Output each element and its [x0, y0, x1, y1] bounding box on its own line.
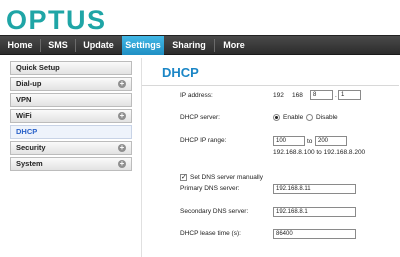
expand-plus-icon[interactable]: + — [118, 144, 126, 152]
ip-octet-2: 168 — [292, 92, 303, 99]
lease-time-input[interactable]: 86400 — [273, 229, 356, 239]
ip-range-end-input[interactable]: 200 — [315, 136, 347, 146]
page-title: DHCP — [162, 65, 199, 80]
expand-plus-icon[interactable]: + — [118, 80, 126, 88]
optus-logo: OPTUS — [6, 5, 107, 35]
nav-sms[interactable]: SMS — [41, 36, 75, 55]
sidebar-item-label: Quick Setup — [16, 63, 60, 72]
nav-home[interactable]: Home — [0, 36, 40, 55]
sidebar-item-wifi[interactable]: WiFi + — [10, 109, 132, 123]
ip-dot: . — [335, 92, 337, 99]
sidebar-item-system[interactable]: System + — [10, 157, 132, 171]
secondary-dns-input[interactable]: 192.168.8.1 — [273, 207, 356, 217]
dhcp-disable-radio[interactable] — [306, 114, 313, 121]
dhcp-panel: DHCP IP address: 192 168 8 . 1 DHCP serv… — [141, 58, 399, 257]
sidebar-item-quick-setup[interactable]: Quick Setup — [10, 61, 132, 75]
sidebar-item-vpn[interactable]: VPN — [10, 93, 132, 107]
sidebar-item-label: Dial-up — [16, 79, 42, 88]
ip-octet-3-input[interactable]: 8 — [310, 90, 333, 100]
primary-dns-label: Primary DNS server: — [180, 185, 240, 192]
sidebar-item-dhcp[interactable]: DHCP — [10, 125, 132, 139]
ip-address-label: IP address: — [180, 92, 213, 99]
sidebar-item-label: WiFi — [16, 111, 32, 120]
nav-more[interactable]: More — [215, 36, 253, 55]
dns-manual-label: Set DNS server manually — [190, 174, 263, 181]
primary-dns-input[interactable]: 192.168.8.11 — [273, 184, 356, 194]
ip-octet-4-input[interactable]: 1 — [338, 90, 361, 100]
ip-range-hint: 192.168.8.100 to 192.168.8.200 — [273, 149, 366, 156]
ip-octet-1: 192 — [273, 92, 284, 99]
ip-range-to: to — [307, 138, 313, 145]
ip-range-start-input[interactable]: 100 — [273, 136, 305, 146]
sidebar-item-label: VPN — [16, 95, 32, 104]
dhcp-disable-label: Disable — [316, 114, 338, 121]
dhcp-enable-label: Enable — [283, 114, 304, 121]
sidebar-item-label: DHCP — [16, 127, 38, 136]
expand-plus-icon[interactable]: + — [118, 160, 126, 168]
main-nav: Home SMS Update Settings Sharing More — [0, 35, 400, 55]
lease-time-label: DHCP lease time (s): — [180, 230, 241, 237]
sidebar-item-label: Security — [16, 143, 46, 152]
nav-sharing[interactable]: Sharing — [165, 36, 213, 55]
title-divider — [142, 85, 399, 86]
sidebar-item-security[interactable]: Security + — [10, 141, 132, 155]
dhcp-server-label: DHCP server: — [180, 114, 220, 121]
nav-settings[interactable]: Settings — [122, 36, 164, 55]
ip-range-label: DHCP IP range: — [180, 137, 227, 144]
dhcp-enable-radio[interactable] — [273, 114, 280, 121]
secondary-dns-label: Secondary DNS server: — [180, 208, 249, 215]
dns-manual-checkbox[interactable]: ✓ — [180, 174, 187, 181]
sidebar-item-dial-up[interactable]: Dial-up + — [10, 77, 132, 91]
sidebar-item-label: System — [16, 159, 43, 168]
expand-plus-icon[interactable]: + — [118, 112, 126, 120]
nav-update[interactable]: Update — [76, 36, 121, 55]
settings-sidebar: Quick Setup Dial-up + VPN WiFi + DHCP Se… — [10, 61, 132, 173]
